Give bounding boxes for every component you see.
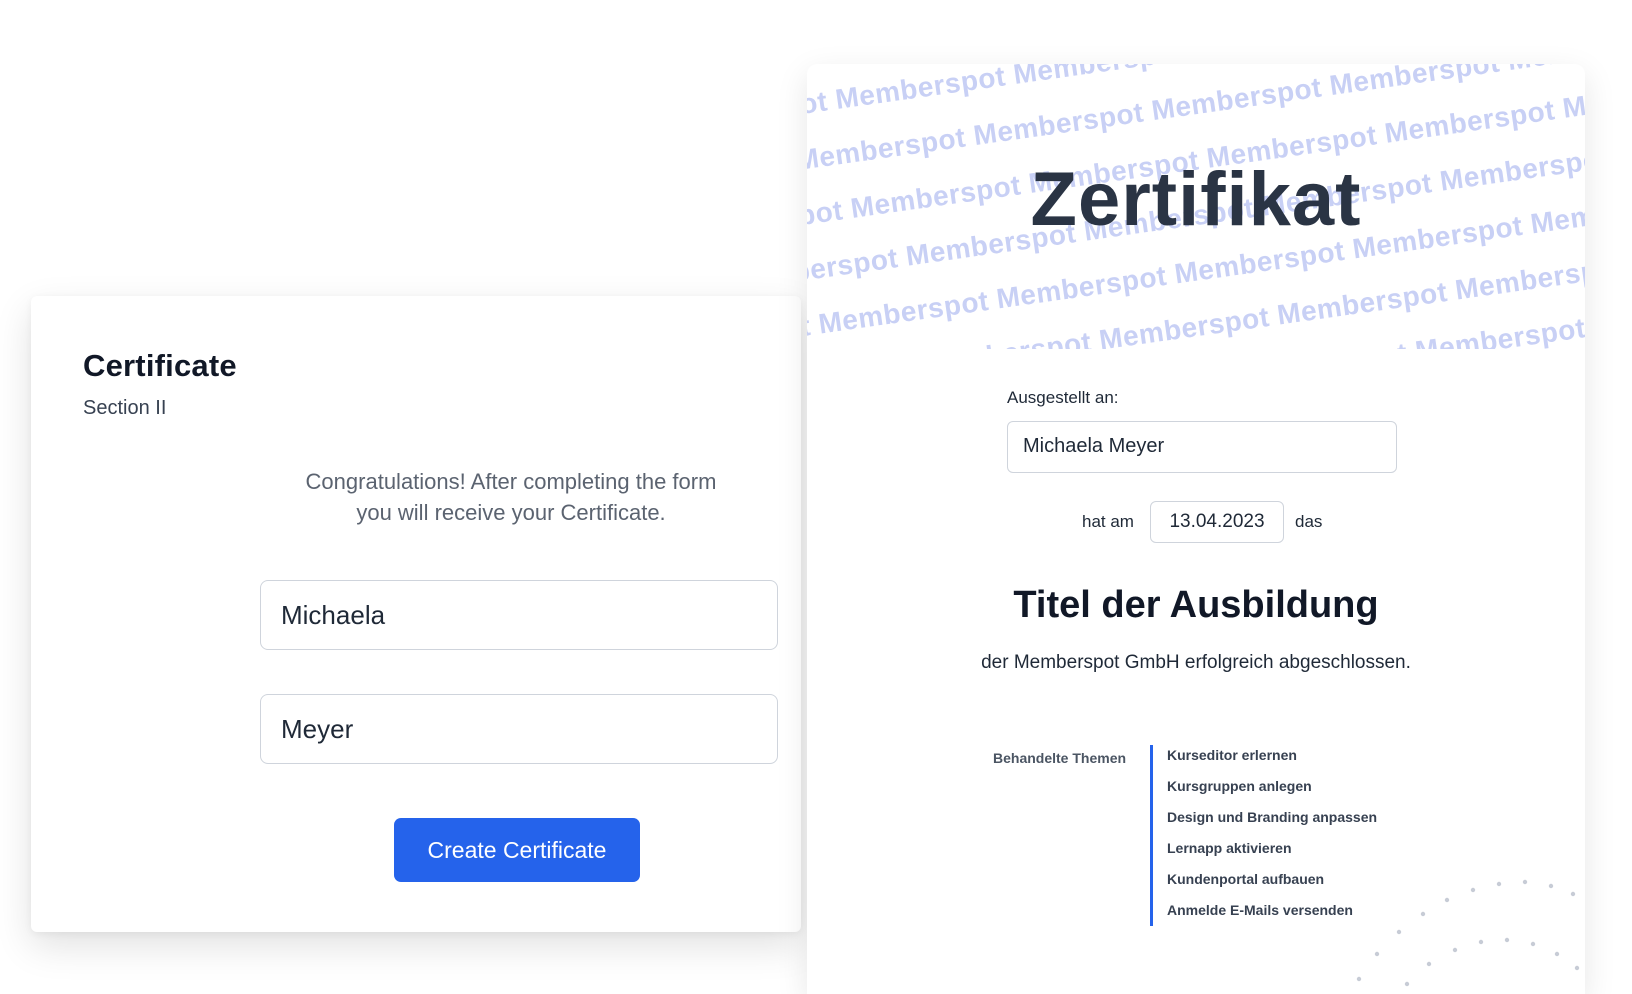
topic-item: Kundenportal aufbauen	[1167, 871, 1325, 887]
certificate-heading: Zertifikat	[1030, 157, 1362, 242]
completion-text: der Memberspot GmbH erfolgreich abgeschl…	[981, 652, 1411, 673]
create-certificate-button[interactable]: Create Certificate	[394, 818, 640, 882]
training-title: Titel der Ausbildung	[1013, 584, 1379, 626]
recipient-name-field: Michaela Meyer	[1007, 421, 1397, 473]
topics-divider	[1150, 745, 1153, 926]
topic-item: Anmelde E-Mails versenden	[1167, 902, 1353, 918]
certificate-preview: Memberspot Memberspot Memberspot Members…	[807, 64, 1585, 994]
form-subtitle: Section II	[83, 397, 167, 419]
intro-line-2: you will receive your Certificate.	[356, 500, 666, 525]
topic-item: Kursgruppen anlegen	[1167, 778, 1312, 794]
issue-date-field: 13.04.2023	[1150, 501, 1284, 543]
intro-line-1: Congratulations! After completing the fo…	[305, 469, 717, 494]
topic-item: Kurseditor erlernen	[1167, 747, 1297, 763]
date-prefix: hat am	[1082, 512, 1134, 531]
issued-to-label: Ausgestellt an:	[1007, 388, 1119, 407]
intro-text: Congratulations! After completing the fo…	[251, 466, 771, 528]
topic-item: Lernapp aktivieren	[1167, 840, 1292, 856]
topic-item: Design und Branding anpassen	[1167, 809, 1378, 825]
decorative-dot-arcs	[1356, 879, 1580, 987]
date-suffix: das	[1295, 512, 1323, 531]
first-name-input[interactable]	[260, 580, 778, 650]
topics-list: Kurseditor erlernen Kursgruppen anlegen …	[1167, 740, 1377, 926]
form-title: Certificate	[83, 348, 237, 383]
certificate-form-card: Certificate Section II Congratulations! …	[31, 296, 801, 932]
topics-label: Behandelte Themen	[993, 750, 1127, 766]
last-name-input[interactable]	[260, 694, 778, 764]
